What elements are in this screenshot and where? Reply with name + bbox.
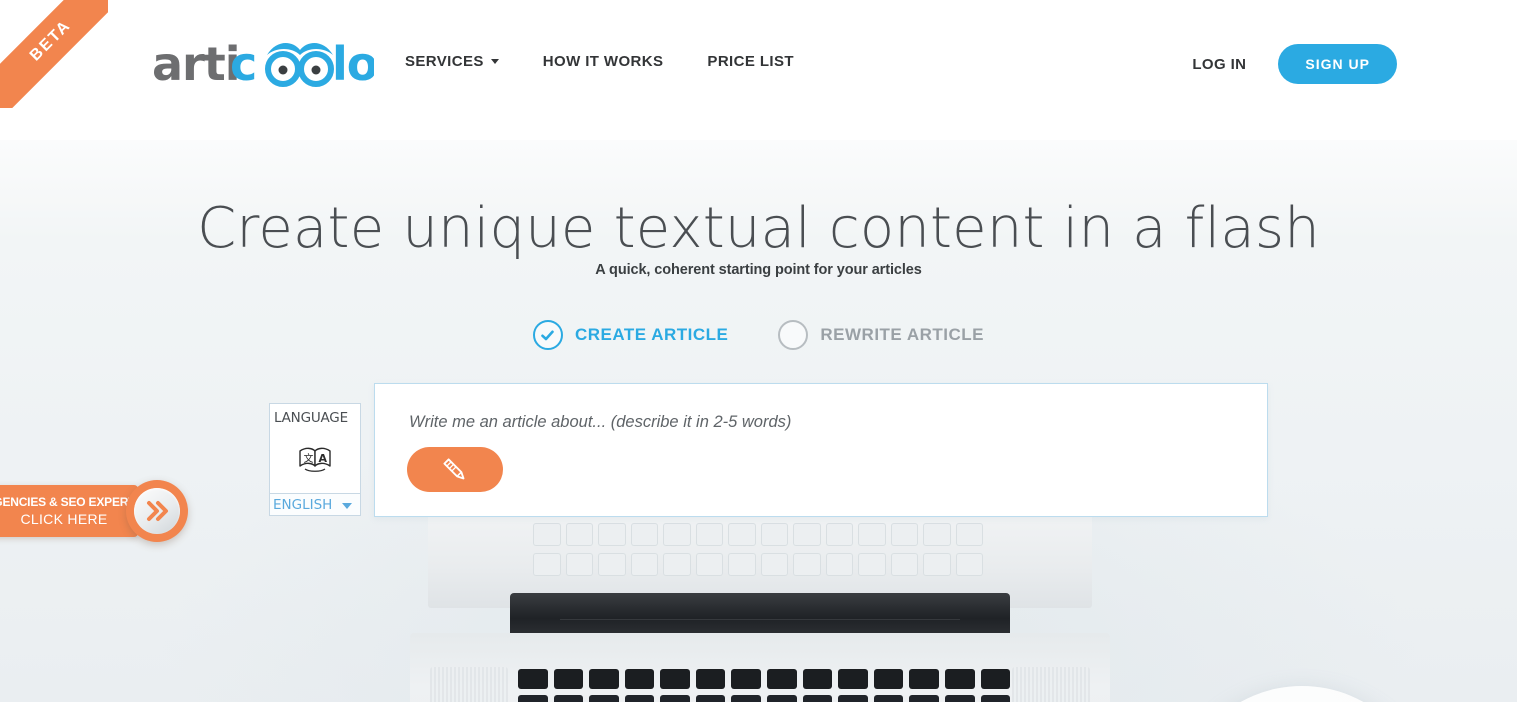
generate-article-button[interactable] <box>407 447 503 492</box>
page-subtitle: A quick, coherent starting point for you… <box>595 262 922 278</box>
svg-text:lo: lo <box>332 37 374 91</box>
article-topic-input[interactable] <box>409 413 1229 432</box>
nav-item-price-list-label: PRICE LIST <box>707 53 794 70</box>
nav-item-price-list[interactable]: PRICE LIST <box>707 53 794 70</box>
language-select[interactable]: ENGLISH <box>269 493 361 516</box>
translate-book-icon: 文 A <box>270 426 360 494</box>
agencies-promo: AGENCIES & SEO EXPERTS CLICK HERE <box>0 480 190 542</box>
agencies-promo-line2: CLICK HERE <box>20 511 108 527</box>
chevron-down-icon <box>490 59 499 64</box>
signup-button[interactable]: SIGN UP <box>1278 44 1397 84</box>
page-title: Create unique textual content in a flash <box>197 196 1320 261</box>
nav-item-services-label: SERVICES <box>405 53 484 70</box>
laptop-speaker-left <box>430 667 508 702</box>
beta-ribbon-label: BETA <box>26 16 75 65</box>
nav-item-how-it-works-label: HOW IT WORKS <box>542 53 664 70</box>
page-root: Capire BETA arti c <box>0 0 1517 702</box>
laptop-keyboard <box>518 695 1011 702</box>
main-nav: SERVICES HOW IT WORKS PRICE LIST <box>405 53 794 70</box>
article-input-card <box>374 383 1268 517</box>
articoolo-logo[interactable]: arti c lo <box>152 37 374 91</box>
radio-checked-icon <box>532 320 563 350</box>
double-chevron-right-icon <box>144 499 170 523</box>
mode-option-create-article[interactable]: CREATE ARTICLE <box>532 320 729 350</box>
nav-item-how-it-works[interactable]: HOW IT WORKS <box>543 53 664 70</box>
mode-selector: CREATE ARTICLE REWRITE ARTICLE <box>0 320 1517 350</box>
mode-option-rewrite-article[interactable]: REWRITE ARTICLE <box>778 320 984 350</box>
laptop-base <box>410 633 1110 702</box>
language-label: LANGUAGE <box>274 410 348 426</box>
radio-unchecked-icon <box>778 320 809 350</box>
svg-text:arti: arti <box>152 37 239 91</box>
pencil-icon <box>438 453 472 487</box>
beta-ribbon: BETA <box>0 0 108 108</box>
mode-option-rewrite-article-label: REWRITE ARTICLE <box>820 325 985 344</box>
auth-actions: LOG IN SIGN UP <box>1192 44 1397 84</box>
svg-text:文: 文 <box>304 452 314 465</box>
agencies-promo-button[interactable] <box>126 480 188 542</box>
laptop-lid-keys <box>533 523 983 583</box>
laptop-speaker-right <box>1012 667 1090 702</box>
laptop-photo <box>410 505 1110 702</box>
svg-text:c: c <box>230 37 256 91</box>
svg-text:A: A <box>319 452 328 465</box>
site-header: BETA arti c lo SERVICES HOW IT WORKS PRI… <box>0 0 1517 140</box>
login-link[interactable]: LOG IN <box>1192 56 1246 73</box>
language-panel: LANGUAGE 文 A ENGLISH <box>269 403 361 516</box>
agencies-promo-line1: AGENCIES & SEO EXPERTS <box>0 495 144 509</box>
coffee-cup-photo <box>1176 686 1428 702</box>
nav-item-services[interactable]: SERVICES <box>405 53 499 70</box>
agencies-promo-tab[interactable]: AGENCIES & SEO EXPERTS CLICK HERE <box>0 485 143 537</box>
laptop-function-row <box>518 669 1011 689</box>
mode-option-create-article-label: CREATE ARTICLE <box>574 325 729 344</box>
coffee-saucer <box>1176 686 1428 702</box>
